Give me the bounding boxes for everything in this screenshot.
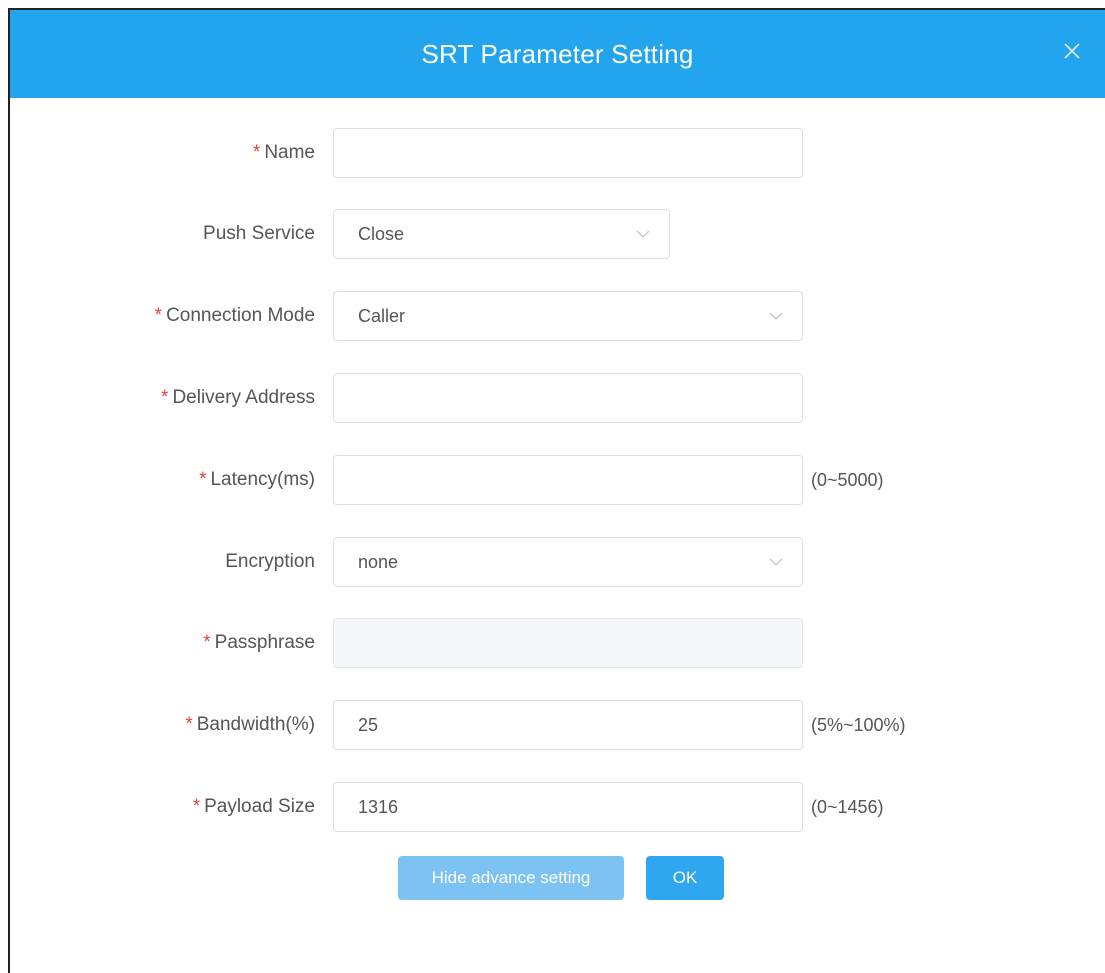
delivery-address-input[interactable] xyxy=(333,373,803,423)
bandwidth-input[interactable]: 25 xyxy=(333,700,803,750)
bandwidth-row: * Bandwidth(%) 25 (5%~100%) xyxy=(10,700,1105,750)
required-mark: * xyxy=(154,305,163,326)
chevron-down-icon xyxy=(769,558,783,566)
srt-parameter-dialog: SRT Parameter Setting * Name Push Service… xyxy=(8,8,1105,973)
close-icon[interactable] xyxy=(1061,40,1083,62)
connection-mode-label: * Connection Mode xyxy=(154,305,315,326)
push-service-row: Push Service Close xyxy=(10,209,1105,259)
passphrase-row: * Passphrase xyxy=(10,618,1105,668)
bandwidth-range-hint: (5%~100%) xyxy=(811,715,906,735)
srt-form: * Name Push Service Close * Connection Mod… xyxy=(10,98,1105,973)
payload-size-row: * Payload Size 1316 (0~1456) xyxy=(10,782,1105,832)
encryption-row: Encryption none xyxy=(10,537,1105,587)
required-mark: * xyxy=(161,387,169,408)
name-row: * Name xyxy=(10,128,1105,178)
connection-mode-row: * Connection Mode Caller xyxy=(10,291,1105,341)
latency-row: * Latency(ms) (0~5000) xyxy=(10,455,1105,505)
required-mark: * xyxy=(203,632,211,653)
encryption-label: Encryption xyxy=(225,551,315,572)
payload-size-input[interactable]: 1316 xyxy=(333,782,803,832)
passphrase-label: * Passphrase xyxy=(203,632,315,653)
encryption-select[interactable]: none xyxy=(333,537,803,587)
latency-input[interactable] xyxy=(333,455,803,505)
push-service-label: Push Service xyxy=(203,223,315,244)
dialog-title: SRT Parameter Setting xyxy=(421,39,694,69)
delivery-address-label: * Delivery Address xyxy=(161,387,315,408)
latency-label: * Latency(ms) xyxy=(199,469,315,490)
chevron-down-icon xyxy=(636,230,650,238)
delivery-address-row: * Delivery Address xyxy=(10,373,1105,423)
payload-size-range-hint: (0~1456) xyxy=(811,797,884,817)
latency-range-hint: (0~5000) xyxy=(811,470,884,490)
required-mark: * xyxy=(185,714,193,735)
required-mark: * xyxy=(199,469,207,490)
payload-size-label: * Payload Size xyxy=(192,796,315,817)
connection-mode-select[interactable]: Caller xyxy=(333,291,803,341)
ok-button[interactable]: OK xyxy=(646,856,724,900)
bandwidth-label: * Bandwidth(%) xyxy=(185,714,315,735)
required-mark: * xyxy=(192,796,201,817)
chevron-down-icon xyxy=(769,312,783,320)
push-service-select[interactable]: Close xyxy=(333,209,670,259)
name-input[interactable] xyxy=(333,128,803,178)
passphrase-input xyxy=(333,618,803,668)
hide-advance-setting-button[interactable]: Hide advance setting xyxy=(398,856,624,900)
dialog-header: SRT Parameter Setting xyxy=(10,10,1105,98)
name-label: * Name xyxy=(252,142,315,163)
required-mark: * xyxy=(252,142,261,163)
